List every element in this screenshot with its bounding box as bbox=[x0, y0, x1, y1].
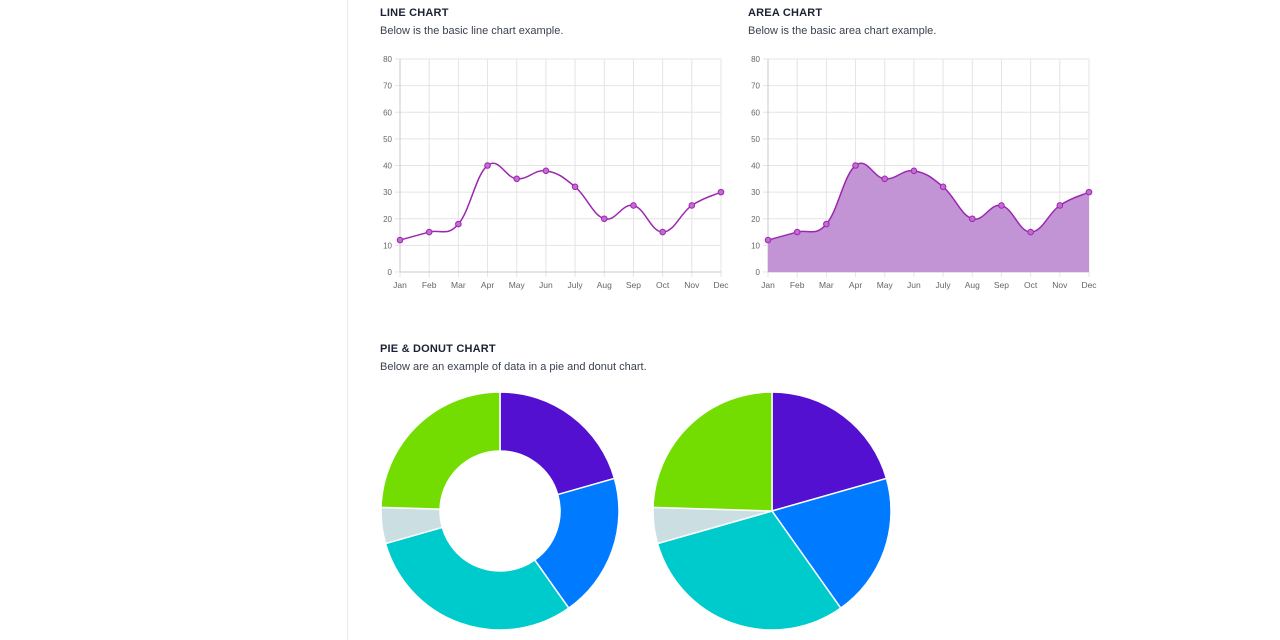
line-chart-data-point[interactable] bbox=[542, 167, 550, 175]
line-chart-data-point[interactable] bbox=[659, 228, 666, 236]
area-chart-y-tick-label: 80 bbox=[751, 55, 760, 64]
area-chart-x-tick-label: Nov bbox=[1052, 280, 1068, 290]
line-chart-x-tick-label: Aug bbox=[597, 280, 612, 290]
area-chart-data-point[interactable] bbox=[968, 215, 976, 223]
area-chart-x-tick-label: Jan bbox=[761, 280, 775, 290]
area-chart-x-tick-label: Aug bbox=[965, 280, 980, 290]
line-chart-section: LINE CHART Below is the basic line chart… bbox=[380, 7, 735, 37]
line-chart-description: Below is the basic line chart example. bbox=[380, 25, 564, 37]
area-chart-title: AREA CHART bbox=[748, 7, 823, 19]
line-chart-x-tick-label: July bbox=[568, 280, 584, 290]
area-chart-area-fill bbox=[768, 163, 1089, 272]
area-chart-x-tick-label: Mar bbox=[819, 280, 834, 290]
area-chart-x-tick-label: Sep bbox=[994, 280, 1009, 290]
line-chart-y-tick-label: 10 bbox=[383, 241, 392, 250]
pie-donut-description: Below are an example of data in a pie an… bbox=[380, 361, 647, 373]
area-chart-section: AREA CHART Below is the basic area chart… bbox=[748, 7, 1103, 37]
area-chart: 0 10 20 30 40 50 60 70 80 Jan Feb Mar Apr May Jun July A… bbox=[751, 55, 1097, 290]
pie-donut-title: PIE & DONUT CHART bbox=[380, 343, 496, 355]
line-chart-y-tick-label: 50 bbox=[383, 135, 392, 144]
area-chart-x-tick-label: Dec bbox=[1081, 280, 1097, 290]
line-chart-y-tick-label: 0 bbox=[388, 268, 393, 277]
area-chart-data-point[interactable] bbox=[1056, 202, 1064, 209]
area-chart-description: Below is the basic area chart example. bbox=[748, 25, 937, 37]
pie-donut-section: PIE & DONUT CHART Below are an example o… bbox=[380, 343, 880, 373]
area-chart-data-point[interactable] bbox=[881, 175, 889, 183]
line-chart-y-tick-label: 70 bbox=[383, 82, 392, 91]
donut-chart-slice[interactable] bbox=[499, 391, 616, 496]
area-chart-data-point[interactable] bbox=[1085, 188, 1093, 196]
area-chart-data-point[interactable] bbox=[823, 220, 830, 228]
area-chart-x-tick-label: Apr bbox=[849, 280, 862, 290]
line-chart-y-tick-label: 20 bbox=[383, 215, 392, 224]
line-chart: 0 10 20 30 40 50 60 70 80 Jan Feb Mar Apr May Jun July A… bbox=[383, 55, 729, 290]
pie-chart-slice[interactable] bbox=[652, 391, 773, 512]
line-chart-y-tick-label: 80 bbox=[383, 55, 392, 64]
area-chart-data-point[interactable] bbox=[939, 183, 947, 191]
area-chart-y-tick-label: 60 bbox=[751, 108, 760, 117]
area-chart-y-tick-label: 70 bbox=[751, 82, 760, 91]
line-chart-data-point[interactable] bbox=[571, 183, 579, 191]
area-chart-x-tick-label: July bbox=[936, 280, 952, 290]
line-chart-x-tick-label: Nov bbox=[684, 280, 700, 290]
line-chart-y-tick-label: 60 bbox=[383, 108, 392, 117]
line-chart-grid bbox=[395, 58, 722, 277]
area-chart-y-tick-label: 20 bbox=[751, 215, 760, 224]
area-chart-data-point[interactable] bbox=[793, 228, 801, 236]
line-chart-data-point[interactable] bbox=[717, 188, 725, 196]
line-chart-data-point[interactable] bbox=[484, 162, 491, 169]
line-chart-x-tick-label: Apr bbox=[481, 280, 494, 290]
line-chart-x-tick-label: Jun bbox=[539, 280, 553, 290]
donut-chart-slice[interactable] bbox=[384, 526, 570, 631]
area-chart-data-point[interactable] bbox=[998, 202, 1005, 209]
line-chart-series-line bbox=[399, 162, 722, 241]
pie-chart bbox=[652, 391, 892, 631]
area-chart-data-point[interactable] bbox=[1027, 228, 1034, 236]
line-chart-x-tick-label: Mar bbox=[451, 280, 466, 290]
area-chart-y-tick-label: 30 bbox=[751, 188, 760, 197]
area-chart-y-tick-label: 40 bbox=[751, 162, 760, 171]
donut-chart-slice[interactable] bbox=[380, 391, 501, 510]
area-chart-x-tick-label: Jun bbox=[907, 280, 921, 290]
line-chart-x-tick-label: Sep bbox=[626, 280, 641, 290]
area-chart-x-tick-label: Feb bbox=[790, 280, 805, 290]
line-chart-x-tick-label: Dec bbox=[713, 280, 729, 290]
area-chart-y-tick-label: 10 bbox=[751, 241, 760, 250]
sidebar-divider bbox=[347, 0, 348, 640]
line-chart-data-point[interactable] bbox=[425, 228, 433, 236]
area-chart-x-tick-label: May bbox=[877, 280, 894, 290]
line-chart-data-point[interactable] bbox=[688, 202, 696, 209]
line-chart-data-point[interactable] bbox=[600, 215, 608, 223]
donut-chart bbox=[380, 391, 620, 631]
area-chart-data-point[interactable] bbox=[910, 167, 918, 175]
line-chart-data-point[interactable] bbox=[455, 220, 462, 228]
line-chart-x-tick-label: Oct bbox=[656, 280, 670, 290]
line-chart-data-point[interactable] bbox=[396, 236, 404, 244]
line-chart-x-tick-label: Jan bbox=[393, 280, 407, 290]
area-chart-x-tick-label: Oct bbox=[1024, 280, 1038, 290]
line-chart-x-tick-label: May bbox=[509, 280, 526, 290]
area-chart-y-tick-label: 50 bbox=[751, 135, 760, 144]
line-chart-x-tick-label: Feb bbox=[422, 280, 437, 290]
line-chart-data-point[interactable] bbox=[630, 202, 637, 209]
line-chart-y-tick-label: 40 bbox=[383, 162, 392, 171]
line-chart-y-tick-label: 30 bbox=[383, 188, 392, 197]
line-chart-data-point[interactable] bbox=[513, 175, 521, 183]
area-chart-data-point[interactable] bbox=[852, 162, 859, 169]
line-chart-title: LINE CHART bbox=[380, 7, 449, 19]
area-chart-y-tick-label: 0 bbox=[756, 268, 761, 277]
area-chart-data-point[interactable] bbox=[764, 236, 772, 244]
